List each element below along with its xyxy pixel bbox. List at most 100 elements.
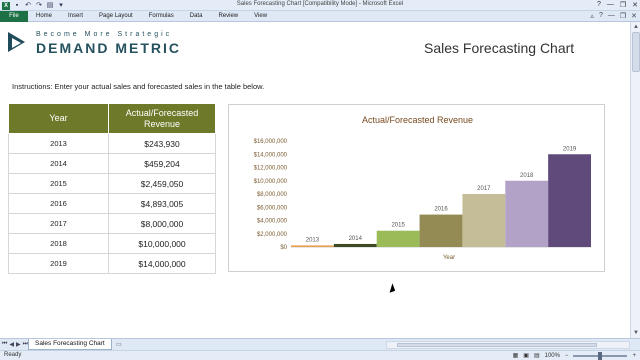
table-row: 2018 $10,000,000: [8, 233, 216, 254]
bar-label: 2018: [520, 173, 534, 179]
horizontal-scroll-thumb[interactable]: [397, 343, 597, 347]
scroll-up-icon[interactable]: ▲: [632, 23, 640, 31]
status-ready: Ready: [4, 352, 22, 358]
revenue-cell[interactable]: $2,459,050: [108, 173, 216, 194]
vertical-scroll-thumb[interactable]: [632, 32, 640, 72]
table-row: 2015 $2,459,050: [8, 173, 216, 194]
zoom-slider-knob[interactable]: [598, 351, 603, 360]
header-revenue[interactable]: Actual/Forecasted Revenue: [108, 103, 216, 134]
instructions: Instructions: Enter your actual sales an…: [12, 82, 265, 91]
y-tick-label: $0: [280, 245, 287, 251]
ribbon-help-icon[interactable]: ?: [599, 12, 603, 20]
revenue-table: Year Actual/Forecasted Revenue 2013 $243,…: [8, 103, 216, 274]
bar-label: 2015: [391, 223, 405, 229]
header-year[interactable]: Year: [8, 103, 109, 134]
table-row: 2016 $4,893,005: [8, 193, 216, 214]
vertical-scrollbar[interactable]: ▲ ▼: [630, 22, 640, 338]
logo-mark-inner: [12, 38, 21, 48]
sheet-title: Sales Forecasting Chart: [424, 40, 575, 56]
year-cell[interactable]: 2017: [8, 213, 109, 234]
ribbon-controls: ▵ ? — ❐ ✕: [590, 12, 637, 20]
tab-data[interactable]: Data: [182, 11, 211, 22]
bar-label: 2013: [306, 237, 320, 243]
table-header-row: Year Actual/Forecasted Revenue: [8, 103, 216, 134]
sheet-tab-active[interactable]: Sales Forecasting Chart: [28, 339, 112, 350]
y-tick-label: $2,000,000: [257, 232, 288, 238]
bar-label: 2014: [349, 236, 363, 242]
revenue-cell[interactable]: $8,000,000: [108, 213, 216, 234]
insert-sheet-icon[interactable]: ▭: [116, 341, 122, 348]
page-layout-view-icon[interactable]: ▣: [523, 352, 529, 359]
ribbon-tabs: File Home Insert Page Layout Formulas Da…: [0, 11, 640, 22]
zoom-in-icon[interactable]: +: [632, 353, 636, 359]
status-controls: ▦ ▣ ▤ 100% − +: [513, 351, 636, 360]
bar-label: 2019: [563, 146, 577, 152]
ribbon-close-icon[interactable]: ✕: [631, 12, 637, 20]
zoom-out-icon[interactable]: −: [565, 353, 569, 359]
page-break-view-icon[interactable]: ▤: [534, 352, 540, 359]
sheet-nav-buttons: ⏮ ◀ ▶ ⏭: [2, 341, 28, 348]
x-axis-title: Year: [443, 255, 455, 261]
tab-home[interactable]: Home: [28, 11, 60, 22]
tab-insert[interactable]: Insert: [60, 11, 91, 22]
ribbon-minimize-icon[interactable]: —: [608, 12, 615, 20]
minimize-button[interactable]: —: [607, 1, 614, 9]
revenue-cell[interactable]: $459,204: [108, 153, 216, 174]
y-tick-label: $16,000,000: [254, 139, 288, 145]
logo-tagline: Become More Strategic: [36, 31, 173, 38]
y-tick-label: $10,000,000: [254, 179, 288, 185]
y-tick-label: $6,000,000: [257, 205, 288, 211]
prev-sheet-icon[interactable]: ◀: [9, 341, 14, 348]
revenue-chart[interactable]: Actual/Forecasted Revenue $0 $2,000,000 $4…: [228, 104, 605, 272]
status-bar: Ready ▦ ▣ ▤ 100% − +: [0, 350, 640, 360]
table-row: 2014 $459,204: [8, 153, 216, 174]
year-cell[interactable]: 2015: [8, 173, 109, 194]
year-cell[interactable]: 2014: [8, 153, 109, 174]
year-cell[interactable]: 2019: [8, 253, 109, 274]
zoom-level[interactable]: 100%: [545, 353, 560, 359]
scroll-down-icon[interactable]: ▼: [632, 329, 640, 337]
tab-view[interactable]: View: [246, 11, 275, 22]
expand-ribbon-icon[interactable]: ▵: [590, 12, 594, 20]
y-tick-label: $12,000,000: [254, 166, 288, 172]
table-row: 2013 $243,930: [8, 133, 216, 154]
bar-2015: [376, 230, 420, 247]
file-tab[interactable]: File: [0, 11, 28, 22]
horizontal-scrollbar[interactable]: [386, 341, 630, 349]
revenue-cell[interactable]: $4,893,005: [108, 193, 216, 214]
bar-2017: [462, 194, 506, 247]
restore-button[interactable]: ❐: [620, 1, 626, 9]
next-sheet-icon[interactable]: ▶: [16, 341, 21, 348]
year-cell[interactable]: 2018: [8, 233, 109, 254]
y-tick-label: $4,000,000: [257, 219, 288, 225]
first-sheet-icon[interactable]: ⏮: [2, 341, 7, 348]
normal-view-icon[interactable]: ▦: [513, 352, 519, 359]
bar-2013: [291, 245, 334, 247]
table-row: 2019 $14,000,000: [8, 253, 216, 274]
year-cell[interactable]: 2013: [8, 133, 109, 154]
close-button[interactable]: ✕: [632, 1, 638, 9]
tab-formulas[interactable]: Formulas: [141, 11, 182, 22]
y-tick-label: $8,000,000: [257, 192, 288, 198]
bar-2014: [333, 243, 377, 247]
help-icon[interactable]: ?: [597, 1, 601, 9]
y-tick-label: $14,000,000: [254, 152, 288, 158]
revenue-cell[interactable]: $14,000,000: [108, 253, 216, 274]
logo-name: DEMAND METRIC: [36, 40, 181, 56]
bar-2018: [505, 180, 549, 247]
zoom-slider[interactable]: [573, 351, 628, 360]
window-title: Sales Forecasting Chart [Compatibility M…: [236, 1, 404, 7]
window-controls: ? — ❐ ✕: [597, 1, 638, 9]
revenue-cell[interactable]: $243,930: [108, 133, 216, 154]
chart-plot-area: $0 $2,000,000 $4,000,000 $6,000,000 $8,000,0…: [254, 139, 591, 261]
title-bar: X ▪ ↶ ↷ ▤ ▾ Sales Forecasting Chart [Com…: [0, 0, 640, 11]
bar-label: 2017: [477, 186, 491, 192]
revenue-cell[interactable]: $10,000,000: [108, 233, 216, 254]
tab-review[interactable]: Review: [210, 11, 246, 22]
bar-label: 2016: [434, 207, 448, 213]
table-row: 2017 $8,000,000: [8, 213, 216, 234]
sheet-tab-bar: ⏮ ◀ ▶ ⏭ Sales Forecasting Chart ▭: [0, 338, 640, 350]
year-cell[interactable]: 2016: [8, 193, 109, 214]
ribbon-restore-icon[interactable]: ❐: [620, 12, 626, 20]
tab-page-layout[interactable]: Page Layout: [91, 11, 141, 22]
